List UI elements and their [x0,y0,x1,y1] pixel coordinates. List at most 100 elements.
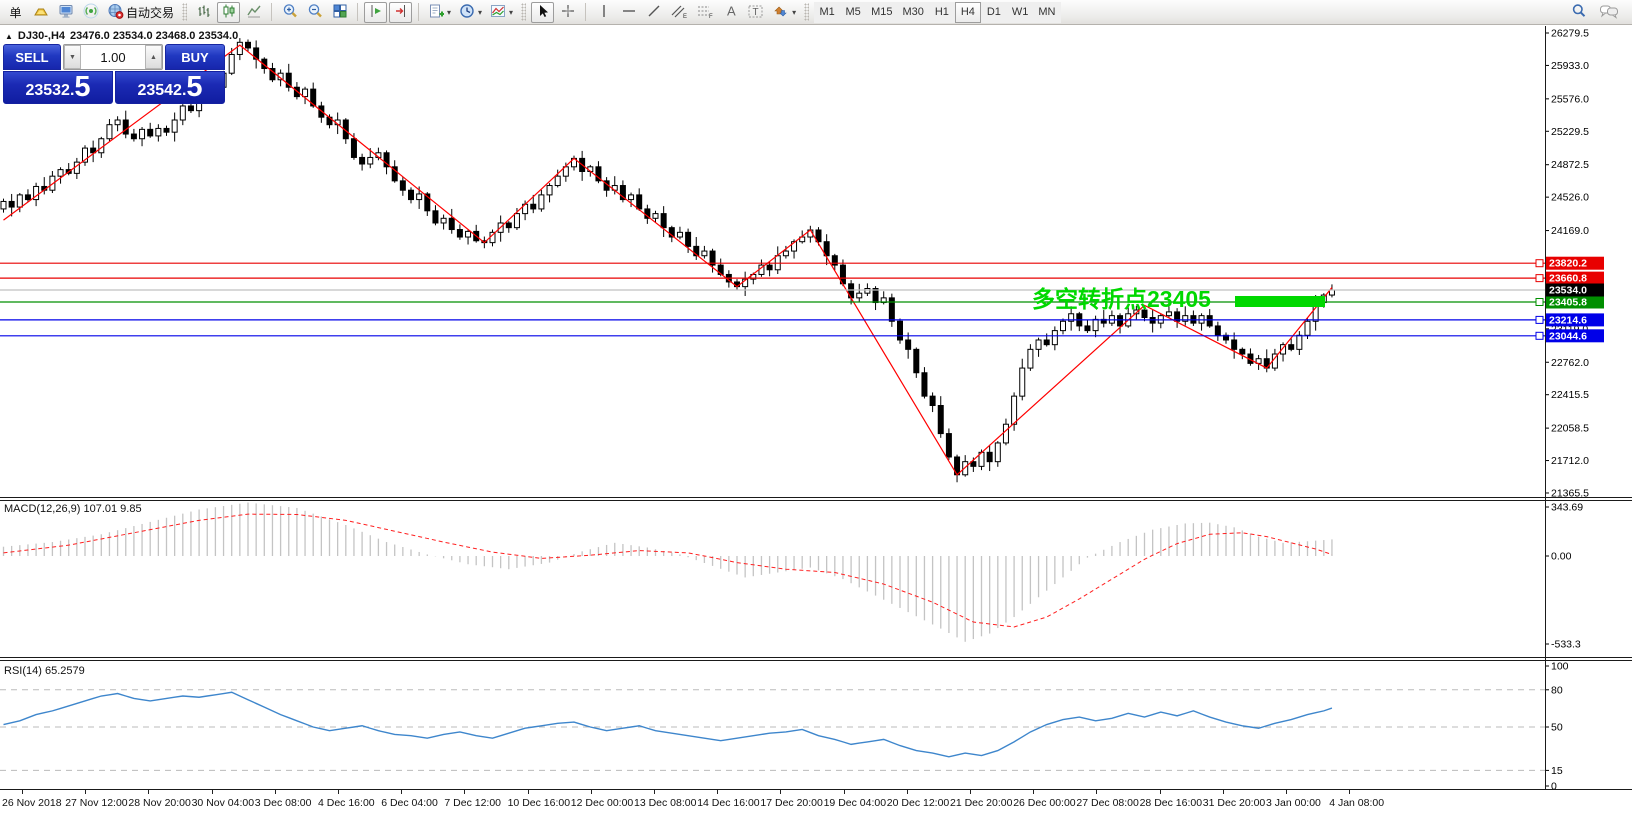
timeframe-mn-button[interactable]: MN [1033,2,1060,23]
time-axis-tick [1160,790,1161,794]
main-toolbar: 单 自动交易 [0,0,1632,25]
svg-text:23044.6: 23044.6 [1549,330,1587,342]
crosshair-button[interactable] [556,2,579,23]
fibonacci-icon: F [696,3,714,22]
svg-text:21712.0: 21712.0 [1551,455,1589,467]
main-chart-pane[interactable]: 多空转折点2340526279.525933.025576.025229.524… [0,26,1632,497]
text-label-button[interactable]: T [744,2,768,23]
indicators-button[interactable]: ▾ [487,2,516,23]
toolbar-separator [271,3,272,21]
cursor-button[interactable] [531,2,554,23]
chat-button[interactable] [1596,2,1622,23]
timeframe-h1-button[interactable]: H1 [929,2,955,23]
volume-decrease-button[interactable]: ▼ [64,45,81,69]
sell-button[interactable]: SELL [3,44,61,70]
buy-price-button[interactable]: 23542.5 [115,71,225,104]
time-axis-label: 4 Jan 08:00 [1329,797,1384,809]
time-axis-tick [907,790,908,794]
svg-text:22058.5: 22058.5 [1551,423,1589,435]
terminal-button[interactable] [54,2,77,23]
time-axis-label: 17 Dec 20:00 [760,797,822,809]
volume-increase-button[interactable]: ▲ [145,45,162,69]
time-axis[interactable]: 26 Nov 201827 Nov 12:0028 Nov 20:0030 No… [0,790,1632,814]
time-axis-label: 20 Dec 12:00 [887,797,949,809]
time-axis-label: 12 Dec 00:00 [571,797,633,809]
sell-price-button[interactable]: 23532.5 [3,71,113,104]
horizontal-line-button[interactable] [617,2,640,23]
line-chart-mode-button[interactable] [242,2,265,23]
time-axis-label: 14 Dec 16:00 [697,797,759,809]
chat-icon [1599,3,1619,22]
price-scale-axis[interactable] [1545,26,1546,789]
svg-text:23405.8: 23405.8 [1549,296,1587,308]
zoom-out-button[interactable] [303,2,326,23]
indicators-icon [490,3,506,22]
symbol-period-label: DJ30-,H4 [18,30,65,42]
candlestick-icon [221,3,237,22]
vertical-line-button[interactable] [592,2,615,23]
trendline-button[interactable] [642,2,665,23]
arrows-button[interactable]: ▾ [770,2,799,23]
candlestick-mode-button[interactable] [217,2,240,23]
timeframe-w1-button[interactable]: W1 [1007,2,1034,23]
svg-text:23660.8: 23660.8 [1549,273,1587,285]
macd-pane[interactable]: 343.690.00-533.3 [0,501,1632,657]
sell-price-big: 5 [74,73,90,102]
auto-trading-button[interactable]: 自动交易 [104,2,177,23]
tile-windows-icon [332,3,348,22]
svg-text:80: 80 [1551,684,1563,696]
toolbar-grip[interactable] [804,3,809,21]
time-axis-tick [970,790,971,794]
new-chart-button[interactable]: ▾ [425,2,454,23]
signal-icon [83,3,99,22]
zoom-out-icon [307,3,323,22]
time-axis-label: 3 Jan 00:00 [1266,797,1321,809]
timeframe-bar: M1M5M15M30H1H4D1W1MN [814,2,1060,23]
toolbar-grip[interactable] [521,3,526,21]
search-button[interactable] [1567,2,1590,23]
toolbar-grip[interactable] [182,3,187,21]
market-watch-button[interactable] [29,2,52,23]
svg-text:26279.5: 26279.5 [1551,28,1589,40]
chart-shift-button[interactable] [389,2,412,23]
text-button[interactable]: A [719,2,742,23]
time-axis-tick [1033,790,1034,794]
macd-label: MACD(12,26,9) 107.01 9.85 [4,503,142,515]
time-axis-tick [338,790,339,794]
time-axis-label: 19 Dec 04:00 [824,797,886,809]
timeframe-m5-button[interactable]: M5 [840,2,866,23]
timeframe-m15-button[interactable]: M15 [866,2,897,23]
fibonacci-button[interactable]: F [693,2,717,23]
svg-text:23534.0: 23534.0 [1549,284,1587,296]
chart-shift-icon [393,3,409,22]
time-axis-tick [212,790,213,794]
timeframe-m30-button[interactable]: M30 [897,2,928,23]
toolbar-separator [357,3,358,21]
new-order-button[interactable]: 单 [4,2,27,23]
buy-price-big: 5 [186,73,202,102]
svg-text:0.00: 0.00 [1551,551,1572,563]
auto-scroll-button[interactable] [364,2,387,23]
time-axis-label: 21 Dec 20:00 [950,797,1012,809]
timeframe-d1-button[interactable]: D1 [981,2,1007,23]
time-axis-label: 31 Dec 20:00 [1203,797,1265,809]
mt4-window: 单 自动交易 [0,0,1632,814]
buy-button[interactable]: BUY [165,44,225,70]
volume-input[interactable] [81,45,145,69]
trendline-icon [646,3,662,22]
bar-chart-mode-button[interactable] [192,2,215,23]
svg-text:24169.0: 24169.0 [1551,225,1589,237]
timeframe-h4-button[interactable]: H4 [955,2,981,23]
time-axis-tick [654,790,655,794]
time-axis-tick [464,790,465,794]
tile-windows-button[interactable] [328,2,351,23]
rsi-pane[interactable]: 1008050150 [0,661,1632,789]
timeframe-m1-button[interactable]: M1 [814,2,840,23]
equidistant-channel-button[interactable]: E [667,2,691,23]
time-axis-label: 13 Dec 08:00 [634,797,696,809]
strategy-tester-button[interactable] [79,2,102,23]
zoom-in-button[interactable] [278,2,301,23]
bar-chart-icon [196,3,212,22]
time-axis-tick [844,790,845,794]
periods-button[interactable]: ▾ [456,2,485,23]
